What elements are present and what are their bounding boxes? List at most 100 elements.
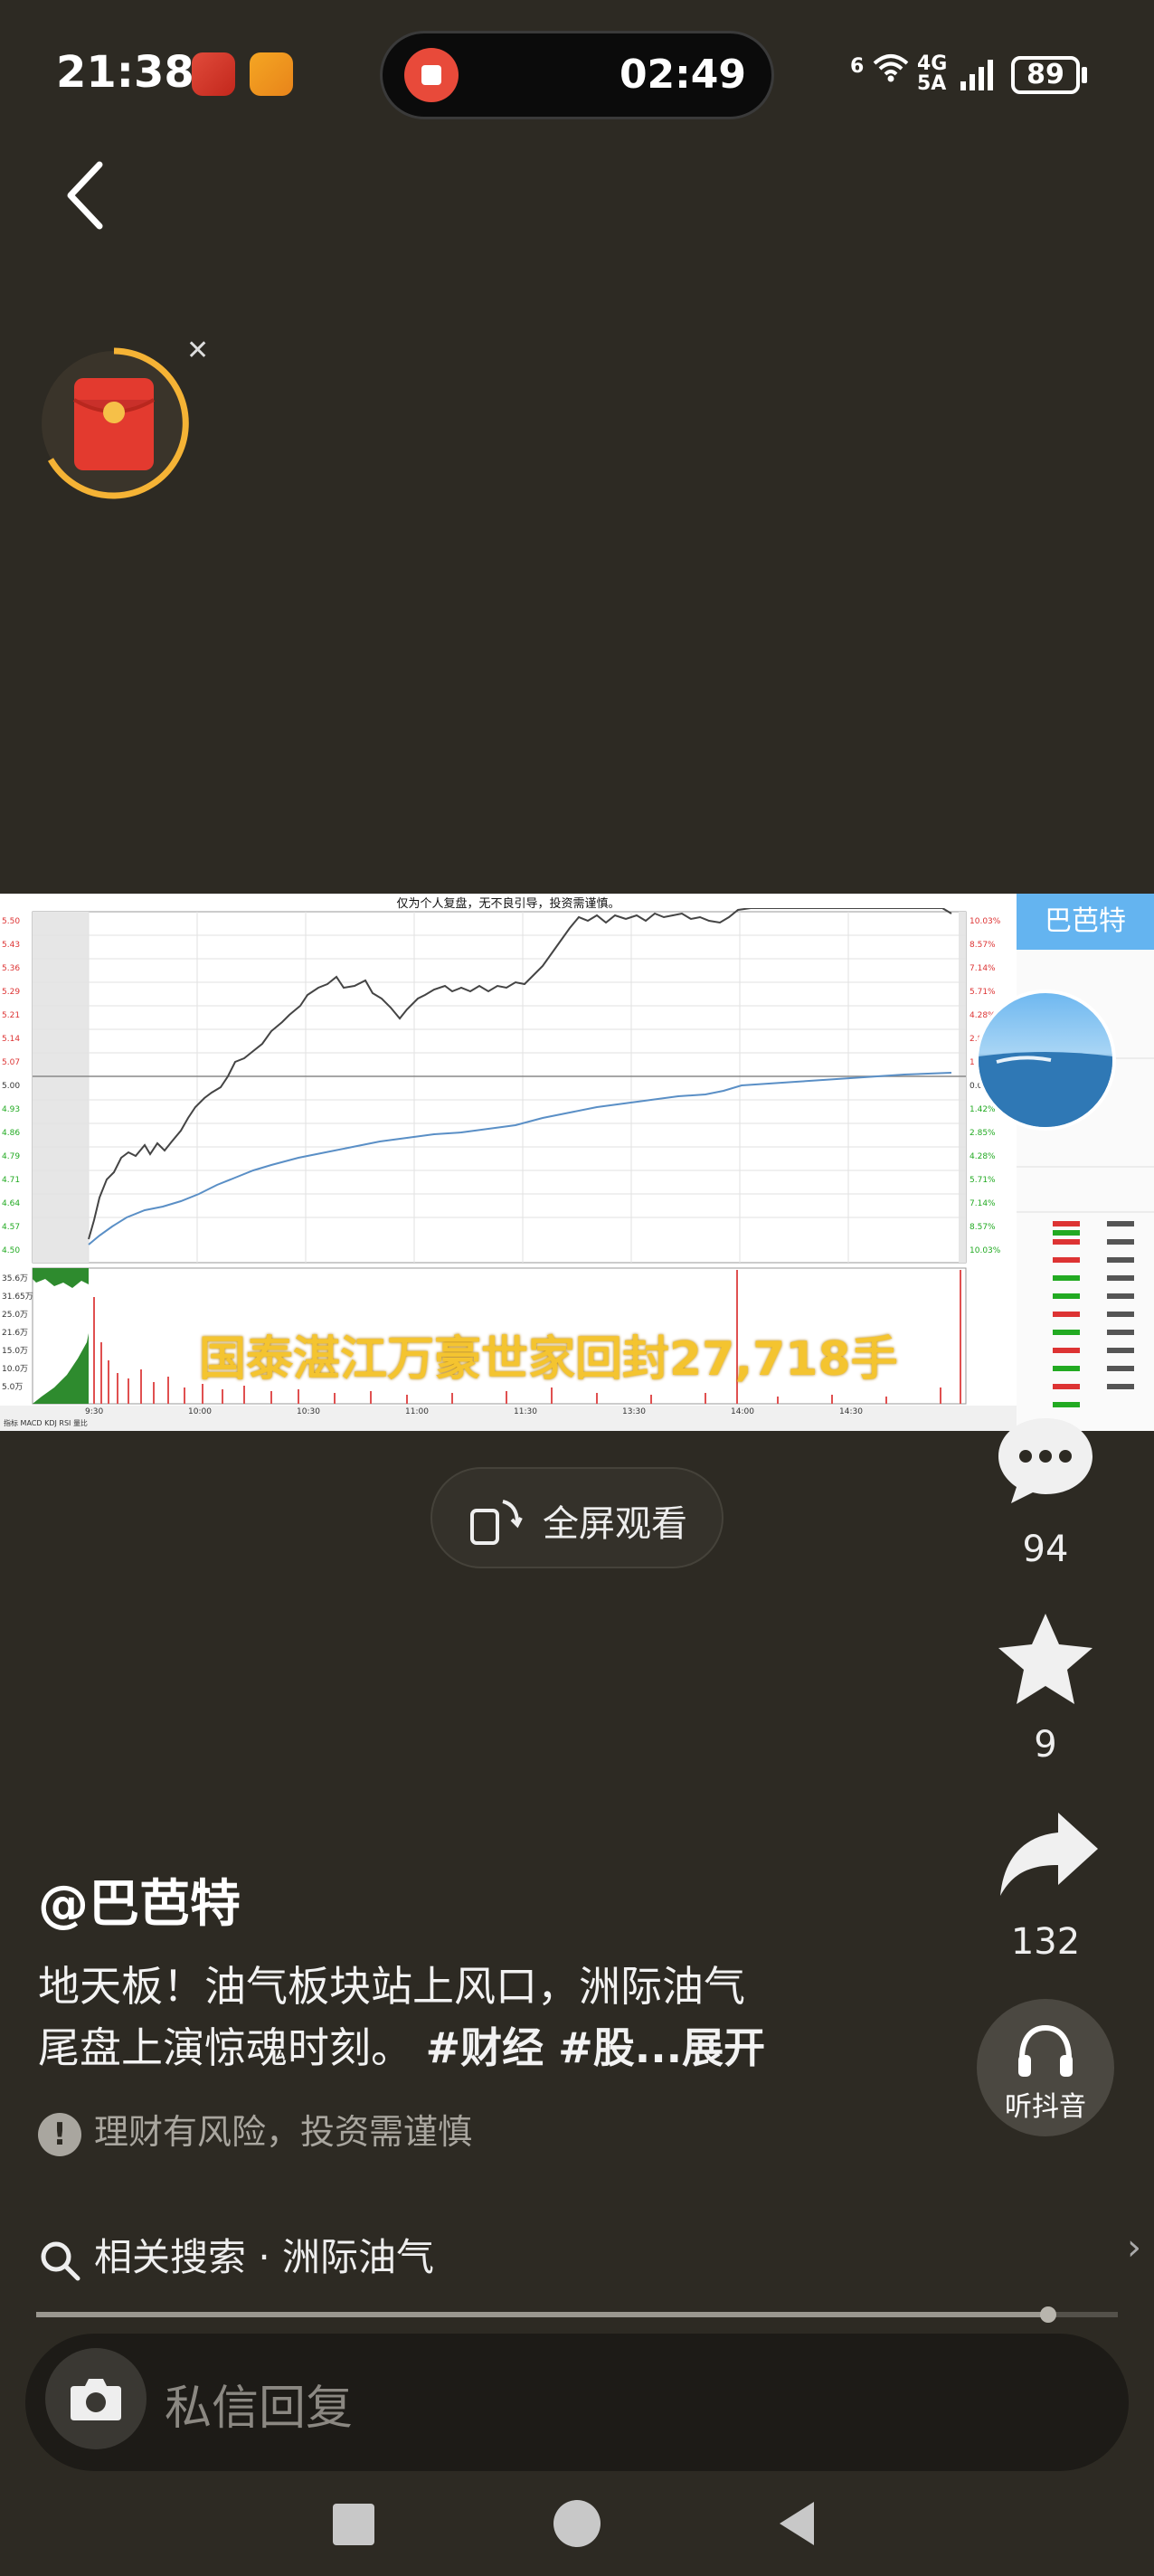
- progress-handle[interactable]: [1040, 2306, 1056, 2323]
- fullscreen-label: 全屏观看: [543, 1503, 687, 1545]
- time-tick: 11:30: [514, 1407, 537, 1416]
- indicator-tab[interactable]: 指标: [4, 1419, 18, 1427]
- indicator-tab[interactable]: MACD: [21, 1419, 43, 1427]
- related-search-label: 相关搜索 · 洲际油气: [94, 2235, 435, 2279]
- warning-icon: !: [38, 2112, 81, 2156]
- video-overlay-caption: 国泰湛江万豪世家回封27,718手: [199, 1332, 898, 1387]
- price-tick: 4.86: [2, 1129, 21, 1138]
- pct-tick: 10.03%: [970, 917, 1001, 926]
- network-4g: 4G: [917, 52, 948, 75]
- screen-recording-pill[interactable]: 02:49: [380, 31, 774, 119]
- network-type: 4G 5A: [917, 54, 947, 94]
- pct-tick: 4.28%: [970, 1152, 996, 1161]
- price-tick: 5.07: [2, 1058, 21, 1067]
- pct-tick: 2.85%: [970, 1129, 996, 1138]
- indicator-tab[interactable]: RSI: [59, 1419, 71, 1427]
- chevron-right-icon[interactable]: ›: [1127, 2227, 1141, 2268]
- vol-tick: 25.0万: [2, 1311, 29, 1320]
- volume-axis: 35.6万 31.65万 25.0万 21.6万 15.0万 10.0万 5.0…: [2, 1270, 33, 1397]
- pct-tick: 7.14%: [970, 964, 996, 973]
- headphones-icon: [1018, 2024, 1073, 2077]
- author-name[interactable]: @巴芭特: [38, 1863, 241, 1937]
- wifi-icon: [873, 54, 909, 82]
- favorite-count: 9: [1034, 1724, 1057, 1766]
- time-tick: 14:30: [839, 1407, 863, 1416]
- price-tick: 5.36: [2, 964, 21, 973]
- pct-tick: 8.57%: [970, 1223, 996, 1232]
- price-tick: 4.64: [2, 1199, 21, 1208]
- price-tick: 4.93: [2, 1105, 21, 1114]
- indicator-tab[interactable]: 量比: [73, 1419, 88, 1427]
- price-tick: 4.71: [2, 1176, 21, 1185]
- video-progress-fill: [36, 2312, 1049, 2317]
- vol-tick: 35.6万: [2, 1274, 29, 1283]
- cellular-signal-icon: [960, 60, 993, 90]
- price-tick: 5.21: [2, 1011, 21, 1020]
- recording-time: 02:49: [619, 52, 746, 98]
- description-line-1: 地天板！油气板块站上风口，洲际油气: [38, 1962, 745, 2011]
- fullscreen-button[interactable]: 全屏观看: [430, 1467, 724, 1568]
- listen-button[interactable]: 听抖音: [977, 1999, 1114, 2136]
- time-tick: 9:30: [85, 1407, 104, 1416]
- pct-tick: 5.71%: [970, 1176, 996, 1185]
- pct-tick: 10.03%: [970, 1246, 1001, 1255]
- price-axis: 5.50 5.43 5.36 5.29 5.21 5.14 5.07 5.00 …: [2, 910, 20, 1263]
- avatar-image: [979, 1052, 1112, 1127]
- red-packet-widget[interactable]: [38, 347, 190, 499]
- vol-tick: 31.65万: [2, 1293, 33, 1302]
- description-line-2: 尾盘上演惊魂时刻。 #财经 #股...展开: [38, 2017, 888, 2079]
- indicator-tabs: 指标 MACD KDJ RSI 量比: [4, 1418, 88, 1428]
- time-tick: 10:00: [188, 1407, 212, 1416]
- comment-count: 94: [1022, 1529, 1069, 1570]
- notification-app-icon: [192, 52, 235, 96]
- network-top: 6: [850, 55, 865, 78]
- vol-tick: 5.0万: [2, 1383, 24, 1392]
- signal-indicator: 6: [850, 51, 911, 83]
- notification-app-icon-2: [250, 52, 293, 96]
- back-arrow-icon[interactable]: [63, 159, 109, 232]
- red-packet-icon: [42, 347, 189, 499]
- risk-warning: ! 理财有风险，投资需谨慎: [38, 2104, 472, 2156]
- price-tick: 5.43: [2, 941, 21, 950]
- price-tick: 4.50: [2, 1246, 21, 1255]
- camera-icon: [71, 2379, 121, 2420]
- star-icon[interactable]: [991, 1610, 1100, 1709]
- network-5a: 5A: [917, 72, 947, 95]
- author-avatar[interactable]: [975, 990, 1116, 1131]
- rotate-screen-icon: [470, 1500, 523, 1545]
- reply-input[interactable]: 私信回复: [165, 2370, 353, 2438]
- close-icon[interactable]: ✕: [186, 335, 209, 366]
- share-count: 132: [1010, 1921, 1081, 1963]
- recent-apps-button[interactable]: [333, 2504, 374, 2545]
- price-tick: 5.00: [2, 1082, 21, 1091]
- vol-tick: 10.0万: [2, 1365, 29, 1374]
- time-tick: 14:00: [731, 1407, 754, 1416]
- pct-tick: 8.57%: [970, 941, 996, 950]
- risk-text: 理财有风险，投资需谨慎: [94, 2112, 473, 2152]
- camera-button[interactable]: [45, 2348, 147, 2449]
- price-tick: 5.29: [2, 988, 21, 997]
- home-button[interactable]: [553, 2500, 601, 2547]
- vol-tick: 21.6万: [2, 1329, 29, 1338]
- pct-tick: 5.71%: [970, 988, 996, 997]
- video-side-name: 巴芭特: [1017, 894, 1154, 950]
- listen-label: 听抖音: [1005, 2091, 1086, 2123]
- price-tick: 5.14: [2, 1035, 21, 1044]
- description-text: 尾盘上演惊魂时刻。: [38, 2023, 412, 2072]
- indicator-tab[interactable]: KDJ: [44, 1419, 57, 1427]
- search-icon: [41, 2241, 80, 2280]
- battery-level: 89: [1011, 56, 1080, 94]
- time-axis: 9:30 10:00 10:30 11:00 11:30 13:30 14:00…: [0, 1407, 1017, 1420]
- price-tick: 4.57: [2, 1223, 21, 1232]
- comment-icon[interactable]: [991, 1411, 1100, 1511]
- time-tick: 11:00: [405, 1407, 429, 1416]
- back-nav-icon[interactable]: [776, 2498, 818, 2549]
- price-tick: 5.50: [2, 917, 21, 926]
- hashtags-expand[interactable]: #财经 #股...展开: [426, 2023, 766, 2072]
- share-icon[interactable]: [995, 1805, 1103, 1905]
- stop-recording-icon[interactable]: [404, 48, 459, 102]
- vol-tick: 15.0万: [2, 1347, 29, 1356]
- related-search[interactable]: 相关搜索 · 洲际油气: [38, 2227, 434, 2282]
- time-tick: 13:30: [622, 1407, 646, 1416]
- time-tick: 10:30: [297, 1407, 320, 1416]
